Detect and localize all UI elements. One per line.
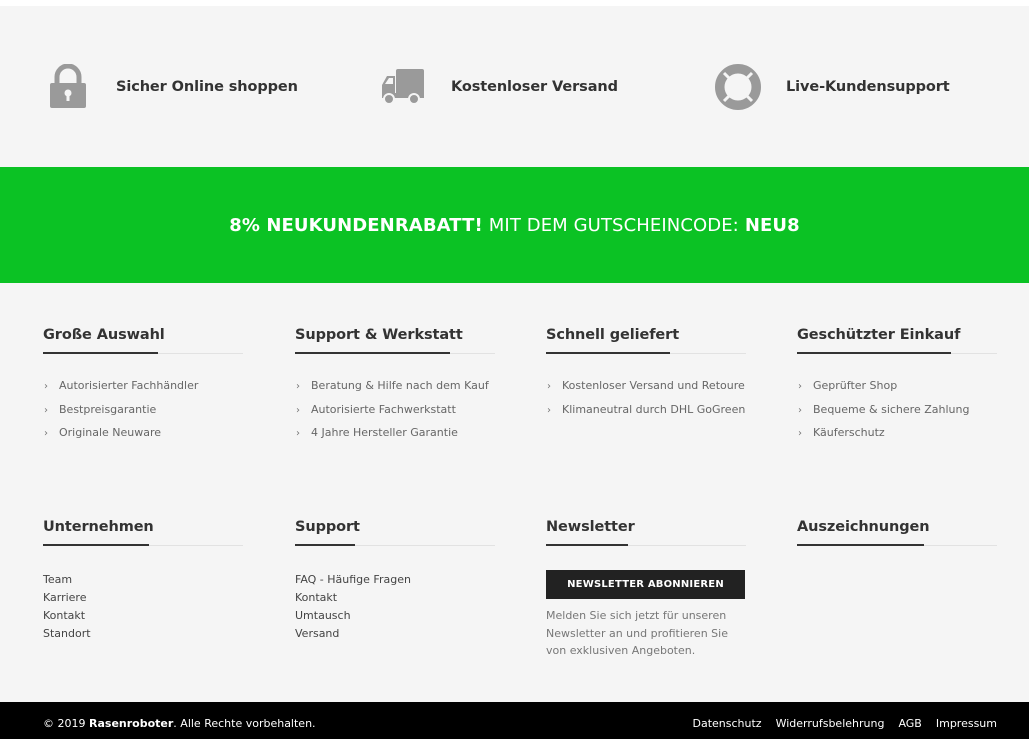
title-underline <box>43 352 243 354</box>
copyright: © 2019 Rasenroboter. Alle Rechte vorbeha… <box>43 717 316 730</box>
benefits-bar: Sicher Online shoppen Kostenloser Versan… <box>0 6 1029 167</box>
title-underline <box>295 352 495 354</box>
list-item: › Käuferschutz <box>797 425 997 441</box>
chevron-right-icon: › <box>296 428 300 439</box>
lock-icon <box>44 64 92 110</box>
list-item: › 4 Jahre Hersteller Garantie <box>295 425 495 441</box>
truck-icon <box>379 64 427 110</box>
title-underline <box>797 544 997 546</box>
benefit-label: Kostenloser Versand <box>451 79 618 95</box>
chevron-right-icon: › <box>547 381 551 392</box>
footer-link-team[interactable]: Team <box>43 571 243 589</box>
footer-column-company: Unternehmen Team Karriere Kontakt Stando… <box>43 518 243 643</box>
chevron-right-icon: › <box>547 404 551 416</box>
promo-headline: 8% NEUKUNDENRABATT! <box>229 214 483 236</box>
footer-column-newsletter: Newsletter NEWSLETTER ABONNIEREN Melden … <box>546 518 746 660</box>
chevron-right-icon: › <box>44 404 48 416</box>
promo-code: NEU8 <box>744 214 800 236</box>
newsletter-subscribe-button[interactable]: NEWSLETTER ABONNIEREN <box>546 570 745 599</box>
legal-links: Datenschutz Widerrufsbelehrung AGB Impre… <box>693 717 998 730</box>
footer-column-protected-purchase: Geschützter Einkauf › Geprüfter Shop › Beq… <box>797 326 997 449</box>
footer-column-fast-delivery: Schnell geliefert › Kostenloser Versand u… <box>546 326 746 425</box>
link-withdrawal-policy[interactable]: Widerrufsbelehrung <box>776 717 885 730</box>
column-title: Newsletter <box>546 519 635 535</box>
list-item: › Autorisierte Fachwerkstatt <box>295 402 495 418</box>
list-item: › Originale Neuware <box>43 425 243 441</box>
list-item: › Beratung & Hilfe nach dem Kauf <box>295 378 495 394</box>
promo-banner: 8% NEUKUNDENRABATT! MIT DEM GUTSCHEINCOD… <box>0 167 1029 283</box>
lifebuoy-icon <box>714 64 762 110</box>
link-imprint[interactable]: Impressum <box>936 717 997 730</box>
footer-link-faq[interactable]: FAQ - Häufige Fragen <box>295 571 495 589</box>
title-underline <box>546 352 746 354</box>
benefit-free-shipping: Kostenloser Versand <box>379 64 618 110</box>
column-title: Auszeichnungen <box>797 519 930 535</box>
title-underline <box>295 544 495 546</box>
title-underline <box>546 544 746 546</box>
footer-link-contact[interactable]: Kontakt <box>43 607 243 625</box>
chevron-right-icon: › <box>296 404 300 416</box>
list-item: › Bestpreisgarantie <box>43 402 243 418</box>
list-item: › Bequeme & sichere Zahlung <box>797 402 997 418</box>
list-item: › Autorisierter Fachhändler <box>43 378 243 394</box>
promo-text: MIT DEM GUTSCHEINCODE: <box>488 214 739 236</box>
title-underline <box>43 544 243 546</box>
benefit-live-support: Live-Kundensupport <box>714 64 950 110</box>
footer-link-location[interactable]: Standort <box>43 625 243 643</box>
column-title: Unternehmen <box>43 519 154 535</box>
chevron-right-icon: › <box>44 428 48 439</box>
link-terms[interactable]: AGB <box>898 717 921 730</box>
footer-link-shipping[interactable]: Versand <box>295 625 495 643</box>
list-item: › Geprüfter Shop <box>797 378 997 394</box>
title-underline <box>797 352 997 354</box>
benefit-label: Live-Kundensupport <box>786 79 950 95</box>
benefit-secure-shopping: Sicher Online shoppen <box>44 64 298 110</box>
list-item: › Kostenloser Versand und Retoure <box>546 378 746 394</box>
benefit-label: Sicher Online shoppen <box>116 79 298 95</box>
newsletter-description: Melden Sie sich jetzt für unseren Newsle… <box>546 609 728 657</box>
footer-column-selection: Große Auswahl › Autorisierter Fachhändler… <box>43 326 243 449</box>
footer-column-support-workshop: Support & Werkstatt › Beratung & Hilfe na… <box>295 326 495 449</box>
link-privacy[interactable]: Datenschutz <box>693 717 762 730</box>
brand-name: Rasenroboter <box>89 717 174 730</box>
footer-link-exchange[interactable]: Umtausch <box>295 607 495 625</box>
chevron-right-icon: › <box>296 381 300 392</box>
bottom-bar: © 2019 Rasenroboter. Alle Rechte vorbeha… <box>0 702 1029 739</box>
column-title: Schnell geliefert <box>546 327 680 343</box>
column-title: Große Auswahl <box>43 327 165 343</box>
list-item: › Klimaneutral durch DHL GoGreen <box>546 402 746 418</box>
chevron-right-icon: › <box>44 381 48 392</box>
chevron-right-icon: › <box>798 404 802 416</box>
footer-link-career[interactable]: Karriere <box>43 589 243 607</box>
footer-column-awards: Auszeichnungen <box>797 518 997 546</box>
column-title: Support & Werkstatt <box>295 327 463 343</box>
chevron-right-icon: › <box>798 428 802 439</box>
footer-column-support: Support FAQ - Häufige Fragen Kontakt Umt… <box>295 518 495 643</box>
footer-link-contact[interactable]: Kontakt <box>295 589 495 607</box>
column-title: Geschützter Einkauf <box>797 327 961 343</box>
column-title: Support <box>295 519 360 535</box>
chevron-right-icon: › <box>798 381 802 392</box>
